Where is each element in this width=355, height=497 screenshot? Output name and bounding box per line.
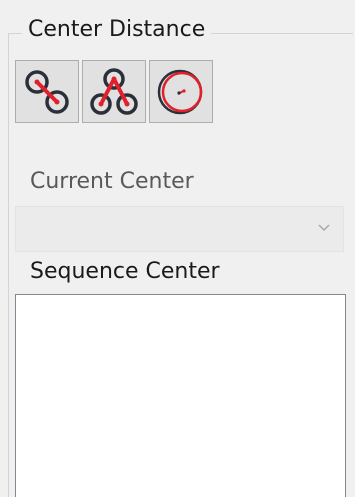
point-to-point-distance-button[interactable] bbox=[15, 60, 79, 123]
current-center-combobox[interactable] bbox=[15, 206, 344, 252]
center-distance-panel: Center Distance Current Center Sequence … bbox=[0, 0, 355, 497]
concentric-circles-button[interactable] bbox=[149, 60, 213, 123]
group-title: Center Distance bbox=[22, 16, 212, 44]
sequence-center-listbox[interactable] bbox=[15, 294, 346, 497]
chevron-down-icon[interactable] bbox=[317, 221, 331, 235]
sequence-center-label: Sequence Center bbox=[30, 259, 220, 284]
point-to-point-distance-icon bbox=[25, 69, 69, 114]
tool-row bbox=[15, 60, 213, 123]
three-point-distance-icon bbox=[90, 67, 138, 115]
current-center-label: Current Center bbox=[30, 169, 194, 194]
concentric-circles-icon bbox=[157, 69, 203, 114]
three-point-distance-button[interactable] bbox=[82, 60, 146, 123]
